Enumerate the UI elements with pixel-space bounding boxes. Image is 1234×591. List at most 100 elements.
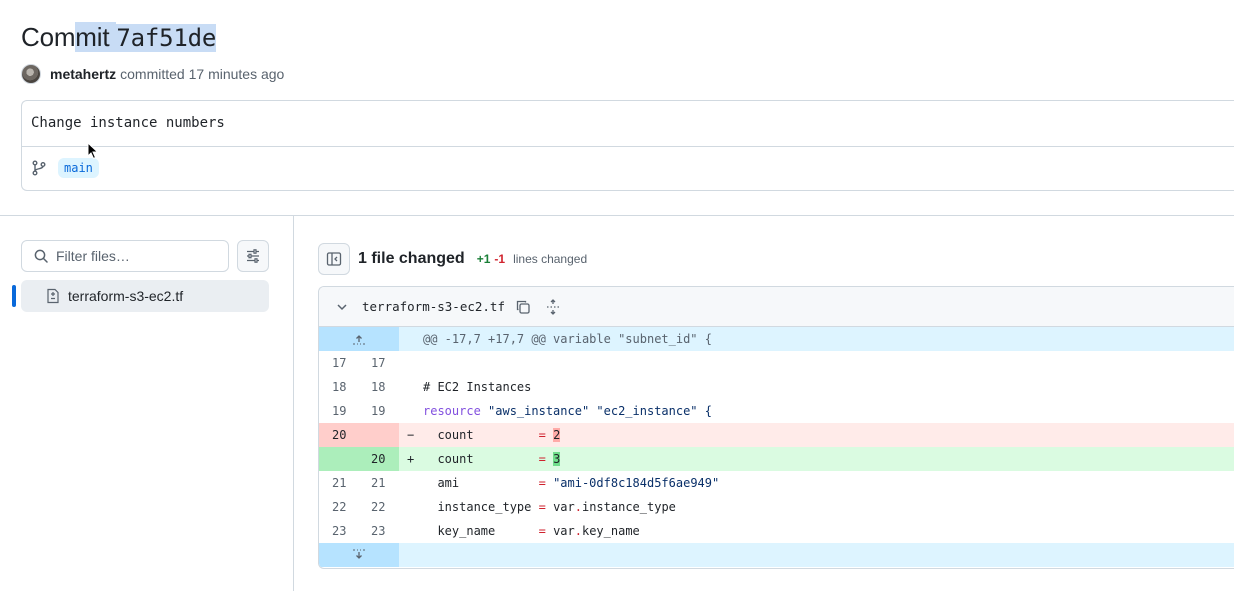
chevron-down-icon[interactable] [336,301,348,313]
code-text: key_name = var.key_name [423,524,640,538]
selected-indicator [12,285,16,307]
diff-line: 17 17 [319,351,1234,375]
code-value: "ami-0df8c184d5f6ae949" [553,476,720,490]
page-title: Commit 7af51de [21,22,216,53]
code-operator: = [538,452,546,466]
code-value: var [553,524,575,538]
filter-files-input[interactable] [56,248,206,264]
author-link[interactable]: metahertz [50,66,116,82]
file-tree-item[interactable]: terraform-s3-ec2.tf [21,280,269,312]
new-line-number[interactable]: 22 [359,500,399,514]
new-line-number[interactable]: 23 [359,524,399,538]
code-operator: = [538,500,546,514]
hunk-footer-row [319,543,1234,567]
copy-path-button[interactable] [515,299,531,315]
code-key: ami [423,476,539,490]
new-line-number[interactable]: 20 [359,447,399,471]
lines-changed-label: lines changed [513,252,588,266]
commit-message-box: Change instance numbers main [21,100,1234,191]
code-text: ami = "ami-0df8c184d5f6ae949" [423,476,719,490]
new-line-number[interactable]: 19 [359,404,399,418]
code-operator: = [538,428,546,442]
title-prefix: Com [21,22,76,52]
code-text: instance_type = var.instance_type [423,500,676,514]
additions-count: +1 [476,252,491,266]
divider [293,215,294,591]
code-key: key_name [423,524,539,538]
old-line-number[interactable]: 19 [319,404,359,418]
code-key: count [423,452,539,466]
commit-message: Change instance numbers [31,115,225,131]
mouse-cursor-icon [87,142,99,160]
code-value: var [553,500,575,514]
diff-file-name[interactable]: terraform-s3-ec2.tf [362,299,505,314]
code-value: 3 [553,452,561,466]
diff-line: 19 19 resource "aws_instance" "ec2_insta… [319,399,1234,423]
code-text: count = 3 [423,452,561,466]
divider [0,215,1234,216]
files-changed-count: 1 file changed [358,250,465,267]
code-text: resource "aws_instance" "ec2_instance" { [423,404,712,418]
code-keyword: resource [423,404,481,418]
old-line-number[interactable]: 18 [319,380,359,394]
code-key: count [423,428,539,442]
old-line-number[interactable]: 17 [319,356,359,370]
deletions-count: -1 [494,252,506,266]
committed-time: committed 17 minutes ago [120,66,285,82]
old-line-number[interactable] [319,447,359,471]
unfold-icon [547,298,559,315]
diff-line: 23 23 key_name = var.key_name [319,519,1234,543]
new-line-number[interactable]: 21 [359,476,399,490]
code-operator: = [538,476,546,490]
commit-sha[interactable]: 7af51de [116,24,216,52]
toggle-file-tree-button[interactable] [318,243,350,275]
sidebar-collapse-icon [326,252,342,266]
title-highlight: mit [75,22,117,52]
code-key: instance_type [423,500,539,514]
hunk-header-row: @@ -17,7 +17,7 @@ variable "subnet_id" { [319,327,1234,351]
code-value: instance_type [581,500,676,514]
code-value: key_name [581,524,640,538]
code-text: count = 2 [423,428,561,442]
copy-icon [516,300,530,314]
code-operator: = [538,524,546,538]
code-dot: . [574,524,582,538]
file-diff-icon [47,288,59,304]
new-line-number[interactable] [359,423,399,447]
diff-line: 22 22 instance_type = var.instance_type [319,495,1234,519]
old-line-number[interactable]: 20 [319,423,359,447]
diff-line: 18 18 # EC2 Instances [319,375,1234,399]
diff-line-deleted: 20 − count = 2 [319,423,1234,447]
new-line-number[interactable]: 18 [359,380,399,394]
diff-sign: + [407,452,415,466]
new-line-number[interactable]: 17 [359,356,399,370]
old-line-number[interactable]: 22 [319,500,359,514]
sliders-icon [247,249,259,263]
git-branch-icon [32,160,46,176]
code-text: # EC2 Instances [423,380,532,394]
filter-files-field[interactable] [21,240,229,272]
expand-down-icon [353,549,365,559]
diff-line-added: 20 + count = 3 [319,447,1234,471]
search-icon [34,249,48,263]
hunk-header-text: @@ -17,7 +17,7 @@ variable "subnet_id" { [423,332,712,346]
old-line-number[interactable]: 21 [319,476,359,490]
diff-sign: − [407,428,415,442]
old-line-number[interactable]: 23 [319,524,359,538]
code-value: 2 [553,428,561,442]
code-dot: . [574,500,582,514]
diff-line: 21 21 ami = "ami-0df8c184d5f6ae949" [319,471,1234,495]
expand-up-icon [353,335,365,345]
file-tree-item-label: terraform-s3-ec2.tf [68,288,184,304]
divider [22,146,1234,147]
diff-file-box: terraform-s3-ec2.tf @@ -17,7 +17,7 @@ va… [318,286,1234,569]
branch-label[interactable]: main [58,158,99,178]
expand-down-button[interactable] [319,543,399,567]
expand-up-button[interactable] [319,327,399,351]
file-filter-settings-button[interactable] [237,240,269,272]
code-rest: "aws_instance" "ec2_instance" { [480,404,712,418]
avatar[interactable] [21,64,41,84]
commit-meta: metahertz committed 17 minutes ago [21,64,284,84]
diff-summary: 1 file changed +1 -1 lines changed [358,250,587,268]
expand-all-button[interactable] [545,298,561,315]
